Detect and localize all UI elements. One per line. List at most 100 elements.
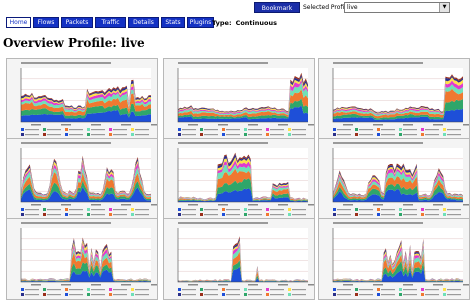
x-tick [121,284,131,286]
graph-title-bar [21,222,111,224]
legend-label [25,129,39,131]
legend-label [135,289,149,291]
legend-label [182,294,196,296]
legend-label [248,209,262,211]
legend-label [69,289,83,291]
graph-thumbnail[interactable] [318,138,470,220]
graph-thumbnail[interactable] [163,138,315,220]
legend-label [204,294,218,296]
legend-label [270,134,284,136]
legend-label [204,209,218,211]
area-chart [177,62,314,136]
x-tick [308,124,314,126]
legend-label [270,214,284,216]
legend-label [226,134,240,136]
legend-swatch [399,133,402,136]
legend-swatch [65,133,68,136]
legend-label [248,129,262,131]
legend-swatch [355,128,358,131]
tab-stats[interactable]: Stats [161,17,185,28]
legend-swatch [399,128,402,131]
x-tick [151,204,157,206]
legend-label [359,289,373,291]
graph-title-bar [178,142,268,144]
legend-label [337,289,351,291]
top-bar: Bookmark URL Selected Profile: live ▼ [0,0,474,23]
legend-label [25,294,39,296]
type-label: Type: [212,19,232,27]
legend-label [135,129,149,131]
x-tick [218,204,228,206]
legend-swatch [377,133,380,136]
legend-label [91,294,105,296]
graph-thumbnail[interactable] [318,58,470,140]
legend-label [359,134,373,136]
legend-label [447,289,461,291]
legend-label [182,289,196,291]
legend-swatch [87,133,90,136]
legend-swatch [87,208,90,211]
x-tick [433,204,443,206]
area-chart [177,142,314,216]
graph-thumbnail[interactable] [318,218,470,300]
legend-swatch [109,128,112,131]
legend-label [113,129,127,131]
graph-thumbnail[interactable] [6,58,158,140]
tab-details[interactable]: Details [128,17,159,28]
tab-plugins[interactable]: Plugins [187,17,214,28]
legend-swatch [87,128,90,131]
legend-label [359,294,373,296]
graph-thumbnail[interactable] [6,218,158,300]
x-tick [278,124,288,126]
legend-label [337,129,351,131]
legend-swatch [222,208,225,211]
graph-thumbnail[interactable] [163,218,315,300]
legend-swatch [200,293,203,296]
graph-title-bar [333,62,423,64]
type-value: Continuous [235,19,277,27]
legend-swatch [222,128,225,131]
bookmark-url-button[interactable]: Bookmark URL [254,2,300,23]
graph-thumbnail[interactable] [163,58,315,140]
x-tick [248,284,258,286]
legend-swatch [178,213,181,216]
legend-swatch [421,293,424,296]
legend-label [226,289,240,291]
graph-thumbnail[interactable] [6,138,158,220]
chevron-down-icon[interactable]: ▼ [439,3,449,12]
tab-flows[interactable]: Flows [33,17,59,28]
legend-label [359,209,373,211]
tab-traffic[interactable]: Traffic [95,17,126,28]
x-tick [373,284,383,286]
legend-label [47,214,61,216]
legend-swatch [377,213,380,216]
legend-swatch [333,293,336,296]
legend-swatch [355,213,358,216]
legend-label [248,134,262,136]
area-chart [20,142,157,216]
x-tick [31,284,41,286]
legend-swatch [421,133,424,136]
legend-swatch [288,293,291,296]
legend-label [135,209,149,211]
tab-home[interactable]: Home [6,17,31,28]
legend-label [47,129,61,131]
legend-swatch [109,213,112,216]
legend-label [270,209,284,211]
profile-select[interactable]: live ▼ [344,2,450,13]
legend-swatch [178,293,181,296]
legend-swatch [421,213,424,216]
legend-label [248,214,262,216]
legend-swatch [266,133,269,136]
legend-swatch [244,213,247,216]
tab-packets[interactable]: Packets [61,17,93,28]
x-tick [433,284,443,286]
legend-label [182,209,196,211]
legend-label [403,294,417,296]
x-tick [188,204,198,206]
legend-label [69,209,83,211]
legend-label [204,289,218,291]
x-tick [31,124,41,126]
legend-label [425,134,439,136]
legend-label [270,289,284,291]
